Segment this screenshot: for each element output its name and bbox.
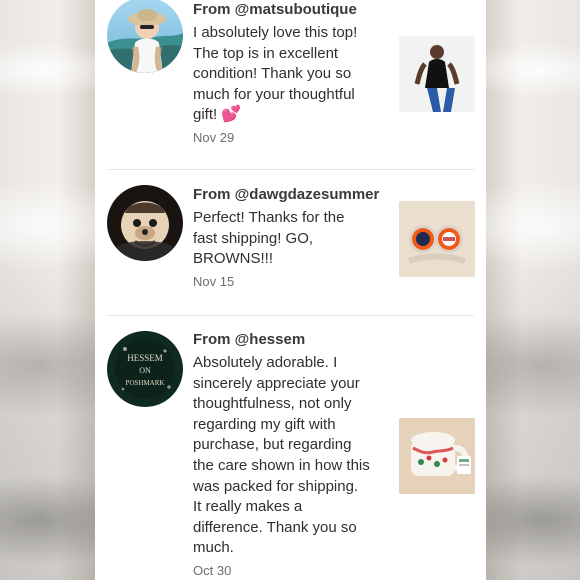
feedback-item: HESSEM ON POSHMARK From @hessem Absolute… [95, 315, 486, 580]
feedback-text: From @dawgdazesummer Perfect! Thanks for… [193, 185, 383, 290]
message-line: the care shown in how this [193, 456, 370, 474]
buttons-photo-icon [399, 201, 475, 277]
message-line: gift! 💕 [193, 105, 383, 126]
message-line: much. [193, 539, 234, 557]
feedback-item: From @matsuboutique I absolutely love th… [95, 0, 486, 170]
buyer-avatar[interactable] [107, 0, 183, 73]
feedback-text: From @hessem Absolutely adorable. I sinc… [193, 330, 383, 579]
message-line: much for your thoughtful [193, 85, 355, 103]
message-line: sincerely appreciate your [193, 374, 360, 392]
message-line: regarding my gift with [193, 415, 336, 433]
clothing-photo-icon [399, 36, 475, 112]
feedback-date: Nov 15 [193, 273, 235, 289]
message-line: thoughtfulness, not only [193, 395, 352, 413]
message-line: fast shipping! GO, [193, 229, 314, 247]
feedback-message: I absolutely love this top! The top is i… [193, 23, 383, 126]
buyer-avatar[interactable]: HESSEM ON POSHMARK [107, 331, 183, 407]
message-line: It really makes a [193, 498, 303, 516]
from-username[interactable]: From @matsuboutique [193, 0, 383, 20]
message-line: Absolutely adorable. I [193, 354, 338, 371]
feedback-panel: From @matsuboutique I absolutely love th… [95, 0, 486, 580]
message-line: difference. Thank you so [193, 518, 357, 536]
left-blur-overlay [0, 0, 95, 580]
message-line: condition! Thank you so [193, 65, 352, 83]
message-line: The top is in excellent [193, 44, 339, 62]
message-text: gift! [193, 106, 222, 124]
feedback-message: Absolutely adorable. I sincerely appreci… [193, 353, 383, 559]
avatar-text: POSHMARK [126, 379, 165, 387]
listing-thumbnail[interactable] [399, 36, 475, 112]
two-hearts-icon: 💕 [221, 106, 242, 124]
dog-avatar-icon [107, 185, 183, 261]
buyer-avatar[interactable] [107, 185, 183, 261]
feedback-item: From @dawgdazesummer Perfect! Thanks for… [95, 170, 486, 316]
right-blur-overlay [485, 0, 580, 580]
from-username[interactable]: From @dawgdazesummer [193, 185, 383, 205]
user-avatar-hat-icon [107, 0, 183, 73]
feedback-date: Nov 29 [193, 129, 235, 145]
mug-photo-icon [399, 418, 475, 494]
message-line: BROWNS!!! [193, 250, 274, 268]
feedback-message: Perfect! Thanks for the fast shipping! G… [193, 208, 383, 270]
avatar-text: HESSEM [127, 353, 163, 363]
listing-thumbnail[interactable] [399, 418, 475, 494]
avatar-text: ON [139, 366, 151, 375]
message-line: was packed for shipping. [193, 477, 359, 495]
message-line: Perfect! Thanks for the [193, 209, 345, 226]
message-line: I absolutely love this top! [193, 24, 358, 41]
feedback-text: From @matsuboutique I absolutely love th… [193, 0, 383, 146]
shop-logo-avatar-icon: HESSEM ON POSHMARK [107, 331, 183, 407]
from-username[interactable]: From @hessem [193, 330, 383, 350]
listing-thumbnail[interactable] [399, 201, 475, 277]
message-line: purchase, but regarding [193, 436, 352, 454]
feedback-date: Oct 30 [193, 562, 232, 578]
